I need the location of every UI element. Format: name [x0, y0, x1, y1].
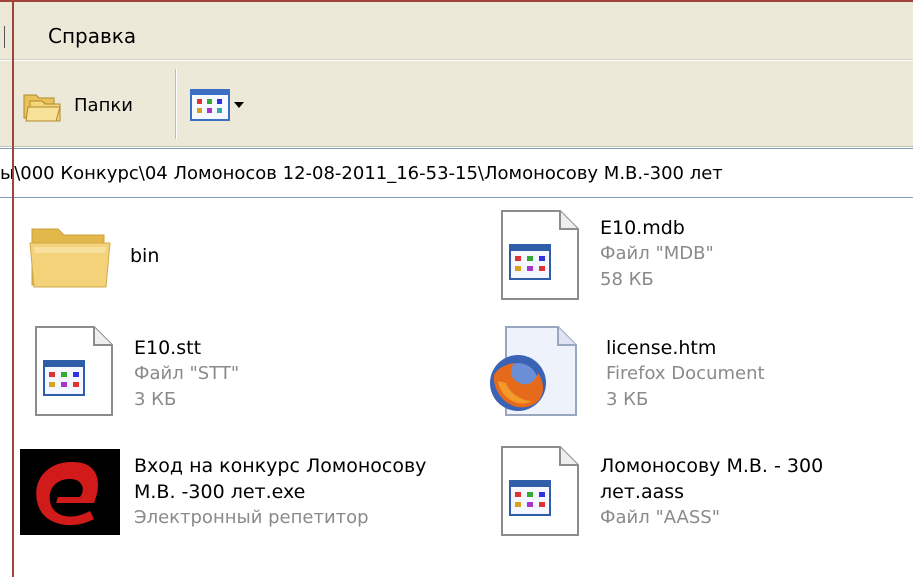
address-bar[interactable]: ы\000 Конкурс\04 Ломоносов 12-08-2011_16…: [0, 148, 913, 198]
folders-button-label: Папки: [74, 94, 133, 116]
toolbar: Папки: [0, 61, 913, 147]
folder-icon: [24, 213, 116, 305]
file-name: E10.stt: [134, 337, 202, 359]
file-size: 3 КБ: [606, 389, 649, 410]
list-item-bin[interactable]: bin: [24, 213, 159, 305]
file-name-line1: Ломоносову М.В. - 300: [600, 455, 824, 477]
repetitor-app-icon: [20, 449, 120, 535]
file-type: Электронный репетитор: [134, 507, 369, 528]
firefox-document-icon: [484, 325, 586, 417]
application-file-icon: [494, 445, 586, 537]
list-item-e10-stt[interactable]: E10.stt Файл "STT" 3 КБ: [28, 325, 239, 417]
list-item-aass[interactable]: Ломоносову М.В. - 300 лет.aass Файл "AAS…: [494, 445, 823, 537]
file-name: bin: [130, 245, 160, 267]
file-list: bin E10.mdb Файл "MDB" 58 КБ E10.stt Фай…: [14, 199, 913, 577]
address-path[interactable]: ы\000 Конкурс\04 Ломоносов 12-08-2011_16…: [0, 163, 723, 184]
file-size: 58 КБ: [600, 269, 654, 290]
views-button[interactable]: [190, 87, 244, 123]
file-type: Firefox Document: [606, 363, 765, 384]
menu-item-help[interactable]: Справка: [48, 24, 136, 48]
application-file-icon: [494, 209, 586, 301]
file-name-line1: Вход на конкурс Ломоносову: [134, 455, 427, 477]
folders-icon: [23, 94, 61, 122]
file-type: Файл "AASS": [600, 507, 720, 528]
menu-cutoff-separator: [4, 26, 5, 48]
chevron-down-icon[interactable]: [234, 102, 244, 108]
folders-button[interactable]: Папки: [20, 85, 133, 125]
file-size: 3 КБ: [134, 389, 177, 410]
window-frame-left: [12, 0, 14, 577]
file-type: Файл "STT": [134, 363, 240, 384]
file-name-line2: лет.aass: [600, 481, 685, 503]
file-name: E10.mdb: [600, 217, 685, 239]
views-grid-icon: [190, 89, 230, 121]
file-type: Файл "MDB": [600, 243, 714, 264]
application-file-icon: [28, 325, 120, 417]
list-item-license-htm[interactable]: license.htm Firefox Document 3 КБ: [484, 325, 765, 417]
toolbar-separator: [175, 69, 177, 139]
explorer-window: Справка Папки ы\000 Конкурс\04 Ломоносов…: [0, 0, 913, 577]
file-name: license.htm: [606, 337, 717, 359]
menu-bar: Справка: [0, 2, 913, 60]
window-frame-top: [0, 0, 913, 2]
list-item-contest-exe[interactable]: Вход на конкурс Ломоносову М.В. -300 лет…: [20, 449, 426, 535]
file-name-line2: М.В. -300 лет.exe: [134, 481, 306, 503]
list-item-e10-mdb[interactable]: E10.mdb Файл "MDB" 58 КБ: [494, 209, 714, 301]
